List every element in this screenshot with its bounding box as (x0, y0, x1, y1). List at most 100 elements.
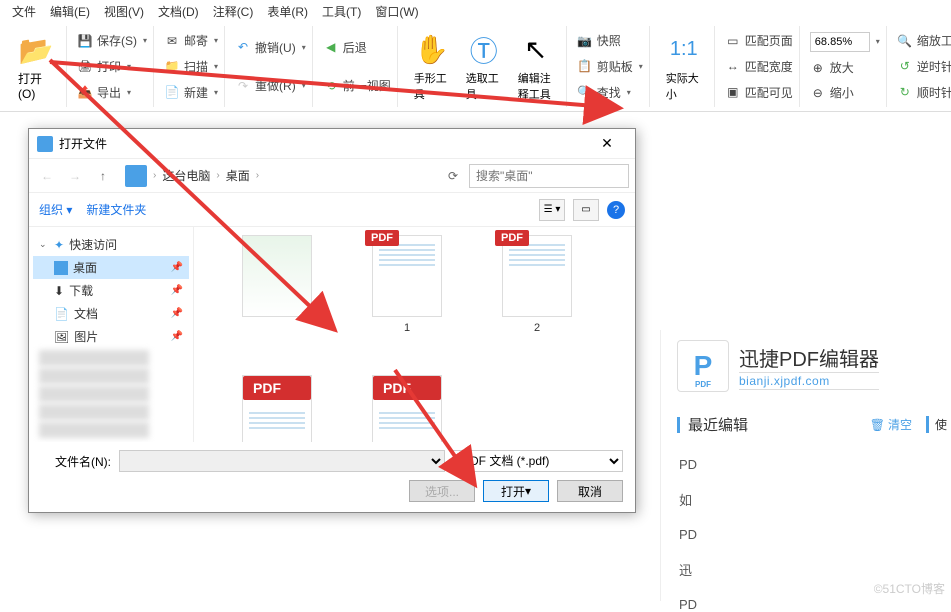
undo-icon: ↶ (235, 39, 251, 55)
tree-documents[interactable]: 📄文档📌 (33, 302, 189, 325)
tree-quick-access[interactable]: ⌄✦快速访问 (33, 233, 189, 256)
menu-forms[interactable]: 表单(R) (263, 1, 312, 22)
mail-icon: ✉ (164, 33, 180, 49)
new-folder-button[interactable]: 新建文件夹 (86, 201, 146, 218)
search-input[interactable] (469, 164, 629, 188)
file-item[interactable] (222, 235, 332, 335)
picture-icon: 🖼 (54, 330, 69, 344)
help-button[interactable]: ? (607, 201, 625, 219)
filter-select[interactable]: PDF 文档 (*.pdf) (453, 450, 623, 472)
cursor-icon: ↖ (518, 32, 554, 68)
document-icon: 📄 (54, 307, 69, 321)
dialog-nav: ← → ↑ › 这台电脑 › 桌面 › ⟳ (29, 159, 635, 193)
export-button[interactable]: 📤导出▾ (75, 82, 149, 103)
file-item[interactable]: PDF 2 (482, 235, 592, 335)
tree-pictures[interactable]: 🖼图片📌 (33, 325, 189, 348)
open-confirm-button[interactable]: 打开 ▾ (483, 480, 549, 502)
file-item[interactable]: PDF 上海旅游著名的五大景点 (352, 375, 462, 442)
options-button[interactable]: 选项... (409, 480, 475, 502)
mail-button[interactable]: ✉邮寄▾ (162, 30, 220, 51)
new-button[interactable]: 📄新建▾ (162, 82, 220, 103)
preview-pane-button[interactable]: ▭ (573, 199, 599, 221)
file-item[interactable]: PDF 3 (222, 375, 332, 442)
pdf-badge-icon: PDF (243, 376, 311, 400)
brand-subtitle: bianji.xjpdf.com (739, 372, 879, 390)
zoom-in-button[interactable]: ⊕放大 (808, 57, 882, 78)
app-icon (37, 136, 53, 152)
menu-document[interactable]: 文档(D) (154, 1, 203, 22)
ribbon-toolbar: 📂 打开(O) 💾保存(S)▾ 🖨打印▾ 📤导出▾ ✉邮寄▾ 📁扫描▾ 📄新建▾… (0, 22, 951, 112)
print-button[interactable]: 🖨打印▾ (75, 56, 149, 77)
redo-button[interactable]: ↷重做(R)▾ (233, 75, 308, 96)
menu-edit[interactable]: 编辑(E) (46, 1, 94, 22)
filename-input[interactable] (119, 450, 445, 472)
file-item[interactable]: PDF 1 (352, 235, 462, 335)
fit-visible-icon: ▣ (725, 84, 741, 100)
list-item[interactable]: PD (679, 597, 947, 612)
trash-icon: 🗑 (870, 418, 885, 432)
prev-view-button[interactable]: ⟲前一视图 (321, 75, 393, 96)
zoom-out-button[interactable]: ⊖缩小 (808, 82, 882, 103)
clear-button[interactable]: 🗑清空 (870, 416, 912, 433)
hand-tool-button[interactable]: ✋手形工具 (406, 28, 458, 106)
dialog-footer: 文件名(N): PDF 文档 (*.pdf) 选项... 打开 ▾ 取消 (29, 442, 635, 512)
open-button[interactable]: 📂 打开(O) (10, 28, 62, 105)
rotate-ccw-button[interactable]: ↺逆时针▾ (895, 56, 951, 77)
menu-window[interactable]: 窗口(W) (371, 1, 422, 22)
nav-back-button[interactable]: ← (35, 164, 59, 188)
undo-button[interactable]: ↶撤销(U)▾ (233, 37, 308, 58)
fit-page-button[interactable]: ▭匹配页面 (723, 30, 795, 51)
menu-view[interactable]: 视图(V) (100, 1, 148, 22)
scan-button[interactable]: 📁扫描▾ (162, 56, 220, 77)
brand-block: P 迅捷PDF编辑器 bianji.xjpdf.com (677, 340, 947, 392)
zoom-input[interactable] (810, 32, 870, 52)
back-button[interactable]: ◀后退 (321, 37, 393, 58)
organize-button[interactable]: 组织 ▾ (39, 201, 72, 218)
list-item[interactable]: 如 (679, 490, 947, 509)
tree-downloads[interactable]: ⬇下载📌 (33, 279, 189, 302)
tree-desktop[interactable]: 桌面📌 (33, 256, 189, 279)
close-button[interactable]: ✕ (587, 135, 627, 152)
actual-size-button[interactable]: 1:1实际大小 (658, 28, 710, 106)
folder-tree: ⌄✦快速访问 桌面📌 ⬇下载📌 📄文档📌 🖼图片📌 (29, 227, 194, 442)
select-icon: Ⓣ (466, 32, 502, 68)
breadcrumb[interactable]: › 这台电脑 › 桌面 › (119, 165, 437, 187)
find-button[interactable]: 🔍查找▾ (575, 82, 645, 103)
redo-icon: ↷ (235, 78, 251, 94)
rotate-cw-button[interactable]: ↻顺时针▾ (895, 82, 951, 103)
actual-size-icon: 1:1 (666, 32, 702, 68)
view-mode-button[interactable]: ☰ ▾ (539, 199, 565, 221)
scan-icon: 📁 (164, 58, 180, 74)
dialog-toolbar: 组织 ▾ 新建文件夹 ☰ ▾ ▭ ? (29, 193, 635, 227)
camera-icon: 📷 (577, 33, 593, 49)
refresh-button[interactable]: ⟳ (441, 164, 465, 188)
cancel-button[interactable]: 取消 (557, 480, 623, 502)
snapshot-button[interactable]: 📷快照 (575, 30, 645, 51)
save-button[interactable]: 💾保存(S)▾ (75, 30, 149, 51)
clipboard-button[interactable]: 📋剪贴板▾ (575, 56, 645, 77)
side-col-label: 使 (926, 416, 947, 433)
magnifier-icon: 🔍 (897, 33, 913, 49)
blurred-item (39, 404, 149, 420)
list-item[interactable]: PD (679, 527, 947, 542)
nav-up-button[interactable]: ↑ (91, 164, 115, 188)
desktop-small-icon (54, 261, 68, 275)
prev-view-icon: ⟲ (323, 78, 339, 94)
fit-width-button[interactable]: ↔匹配宽度 (723, 56, 795, 77)
zoom-tool-button[interactable]: 🔍缩放工具 (895, 30, 951, 51)
menu-comment[interactable]: 注释(C) (209, 1, 258, 22)
file-grid: PDF 1 PDF 2 PDF 3 PDF 上海旅游著名的五大景点 (194, 227, 635, 442)
list-item[interactable]: 迅 (679, 560, 947, 579)
edit-annotation-button[interactable]: ↖编辑注释工具 (510, 28, 562, 106)
print-icon: 🖨 (77, 58, 93, 74)
menu-file[interactable]: 文件 (8, 1, 40, 22)
file-label: 2 (534, 321, 540, 335)
recent-title: 最近编辑 (688, 414, 870, 435)
new-icon: 📄 (164, 84, 180, 100)
menu-tools[interactable]: 工具(T) (318, 1, 365, 22)
list-item[interactable]: PD (679, 457, 947, 472)
nav-forward-button[interactable]: → (63, 164, 87, 188)
fit-visible-button[interactable]: ▣匹配可见 (723, 82, 795, 103)
select-tool-button[interactable]: Ⓣ选取工具 (458, 28, 510, 106)
recent-section-header: 最近编辑 🗑清空 使 (677, 414, 947, 439)
